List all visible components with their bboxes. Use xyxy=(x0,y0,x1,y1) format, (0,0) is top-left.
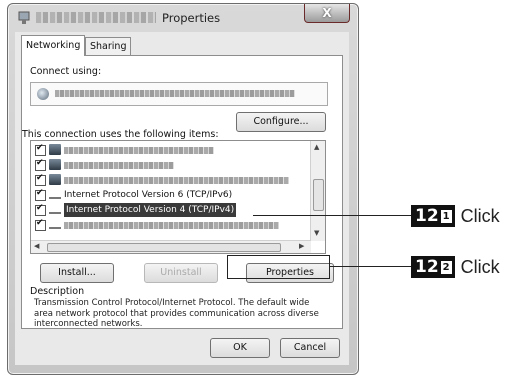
properties-dialog: Properties X Networking Sharing Connect … xyxy=(7,3,359,375)
close-button[interactable]: X xyxy=(304,4,350,23)
list-item[interactable]: Internet Protocol Version 6 (TCP/IPv6) xyxy=(31,188,309,202)
ok-button[interactable]: OK xyxy=(210,338,270,358)
adapter-field xyxy=(30,82,328,106)
dialog-client-area: Networking Sharing Connect using: Config… xyxy=(15,32,349,365)
checkbox[interactable] xyxy=(35,203,46,216)
vertical-scroll-thumb[interactable] xyxy=(313,179,324,211)
step-number: 12 xyxy=(415,257,439,277)
description-group: Description Transmission Control Protoco… xyxy=(30,286,330,329)
tab-sharing[interactable]: Sharing xyxy=(85,37,132,56)
uninstall-button[interactable]: Uninstall xyxy=(144,263,218,283)
title-bar[interactable]: Properties X xyxy=(8,4,358,32)
window-title-text: Properties xyxy=(162,11,221,25)
description-text: Transmission Control Protocol/Internet P… xyxy=(34,298,319,329)
item-label-blurred xyxy=(64,162,174,169)
step-badge: 12 1 xyxy=(411,205,455,227)
scroll-up-icon[interactable]: ▲ xyxy=(314,143,319,151)
horizontal-scroll-thumb[interactable] xyxy=(47,243,281,252)
checkbox[interactable] xyxy=(35,173,46,186)
list-item[interactable] xyxy=(31,173,309,187)
configure-button[interactable]: Configure... xyxy=(236,112,326,132)
connect-using-label: Connect using: xyxy=(30,66,102,77)
network-adapter-icon xyxy=(18,11,30,24)
client-icon xyxy=(49,144,61,155)
callout-text: Click xyxy=(460,256,500,277)
networking-panel: Connect using: Configure... This connect… xyxy=(21,55,343,329)
tab-networking[interactable]: Networking xyxy=(21,35,86,56)
step-substep: 1 xyxy=(440,209,452,223)
adapter-icon xyxy=(37,88,49,100)
scroll-right-icon[interactable]: ▶ xyxy=(299,242,304,250)
install-button[interactable]: Install... xyxy=(40,263,114,283)
properties-highlight xyxy=(227,255,330,279)
callout-line-2 xyxy=(329,266,411,267)
callout-step-1: 12 1 Click xyxy=(411,205,500,227)
item-label: Internet Protocol Version 6 (TCP/IPv6) xyxy=(64,190,233,200)
step-substep: 2 xyxy=(440,260,452,274)
step-number: 12 xyxy=(415,206,439,226)
protocol-icon xyxy=(49,208,61,214)
checkbox[interactable] xyxy=(35,143,46,156)
item-label-blurred xyxy=(64,147,214,154)
list-item[interactable] xyxy=(31,143,309,157)
protocol-icon xyxy=(49,223,61,229)
scroll-left-icon[interactable]: ◀ xyxy=(34,242,39,250)
description-heading: Description xyxy=(30,286,85,297)
protocol-icon xyxy=(49,193,61,199)
list-item[interactable] xyxy=(31,218,309,232)
vertical-scrollbar[interactable]: ▲ ▼ xyxy=(310,141,325,241)
callout-text: Click xyxy=(460,205,500,226)
checkbox[interactable] xyxy=(35,218,46,231)
callout-line-1 xyxy=(253,215,411,216)
service-icon xyxy=(49,159,61,170)
items-label: This connection uses the following items… xyxy=(22,129,219,140)
scroll-down-icon[interactable]: ▼ xyxy=(314,229,319,237)
step-badge: 12 2 xyxy=(411,256,455,278)
adapter-name-blurred xyxy=(55,90,295,97)
title-blurred-name xyxy=(36,12,156,23)
list-item[interactable] xyxy=(31,158,309,172)
close-icon: X xyxy=(322,6,332,20)
checkbox[interactable] xyxy=(35,188,46,201)
callout-step-2: 12 2 Click xyxy=(411,256,500,278)
checkbox[interactable] xyxy=(35,158,46,171)
window-title: Properties xyxy=(36,11,220,25)
service-icon xyxy=(49,174,61,185)
horizontal-scrollbar[interactable]: ◀ ▶ xyxy=(31,240,311,253)
item-label-blurred xyxy=(64,222,279,229)
item-label: Internet Protocol Version 4 (TCP/IPv4) xyxy=(64,203,237,217)
items-list[interactable]: Internet Protocol Version 6 (TCP/IPv6) I… xyxy=(30,140,326,254)
cancel-button[interactable]: Cancel xyxy=(280,338,340,358)
item-label-blurred xyxy=(64,177,289,184)
